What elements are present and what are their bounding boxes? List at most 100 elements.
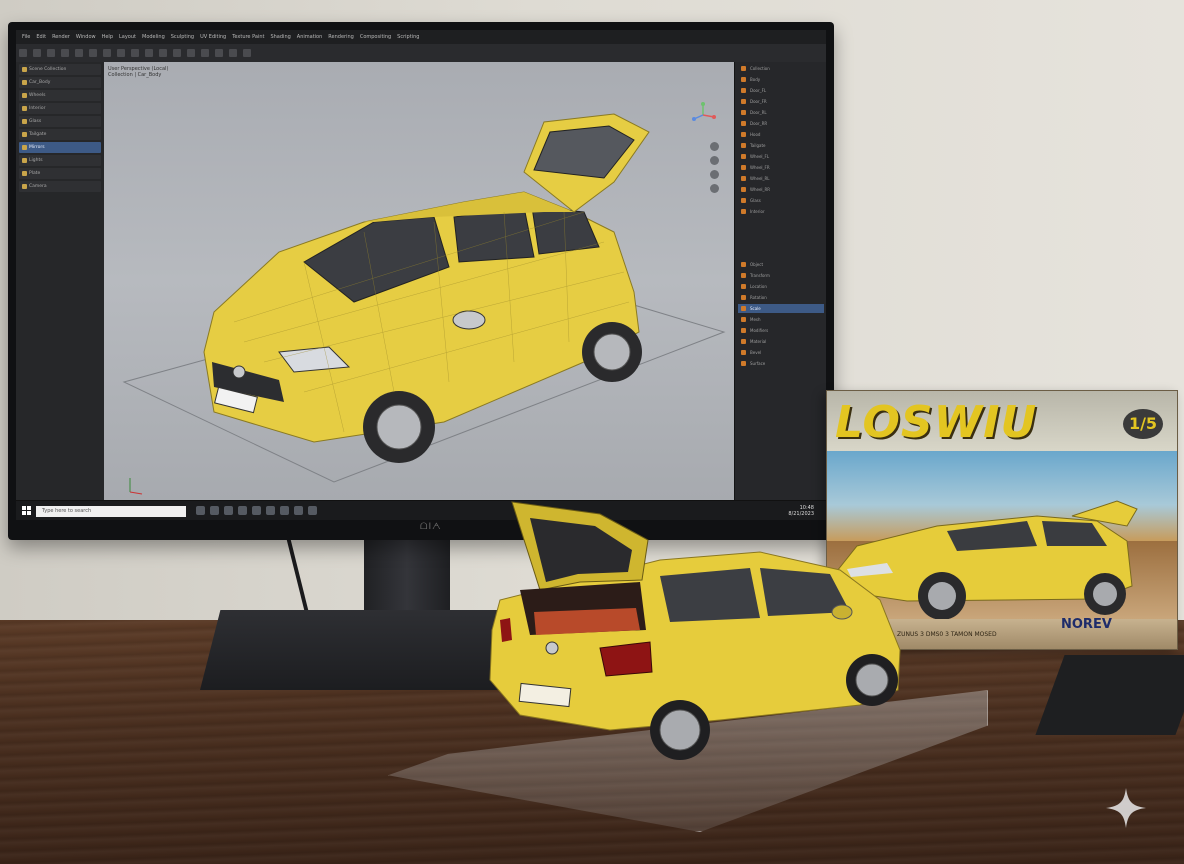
- scale-tool-icon[interactable]: [75, 49, 83, 57]
- chrome-icon[interactable]: [280, 506, 289, 515]
- outliner-item[interactable]: Car_Body: [19, 77, 101, 88]
- menu-item-window[interactable]: Window: [76, 34, 96, 40]
- camera-view-icon[interactable]: [710, 170, 719, 179]
- outliner-item[interactable]: Plate: [19, 168, 101, 179]
- explorer-icon[interactable]: [210, 506, 219, 515]
- scene-tree-item[interactable]: Glass: [738, 196, 824, 205]
- monitor-brand-logo: ᗝIᗅ: [420, 522, 442, 532]
- property-item[interactable]: Modifiers: [738, 326, 824, 335]
- workspace-tab-shading[interactable]: Shading: [270, 34, 290, 40]
- scene-tree-item[interactable]: Door_FL: [738, 86, 824, 95]
- property-item[interactable]: Material: [738, 337, 824, 346]
- outliner-item[interactable]: Lights: [19, 155, 101, 166]
- material-shading-icon[interactable]: [229, 49, 237, 57]
- settings-icon[interactable]: [308, 506, 317, 515]
- property-item[interactable]: Object: [738, 260, 824, 269]
- workspace-tab-rendering[interactable]: Rendering: [328, 34, 354, 40]
- workspace-tab-layout[interactable]: Layout: [119, 34, 136, 40]
- sparkle-icon: [1106, 788, 1146, 828]
- 3d-viewport[interactable]: User Perspective (Local) Collection | Ca…: [104, 62, 734, 500]
- workspace-tab-texture[interactable]: Texture Paint: [232, 34, 264, 40]
- viewport-scene: [122, 113, 726, 495]
- mail-icon[interactable]: [238, 506, 247, 515]
- property-item[interactable]: Mesh: [738, 315, 824, 324]
- transform-tool-icon[interactable]: [89, 49, 97, 57]
- scene-tree-item[interactable]: Hood: [738, 130, 824, 139]
- scene-tree-item[interactable]: Wheel_RR: [738, 185, 824, 194]
- left-outliner-panel: Scene Collection Car_Body Wheels Interio…: [16, 62, 105, 500]
- menu-item-render[interactable]: Render: [52, 34, 70, 40]
- property-item[interactable]: Rotation: [738, 293, 824, 302]
- property-item[interactable]: Bevel: [738, 348, 824, 357]
- overlay-icon[interactable]: [187, 49, 195, 57]
- workspace-tab-scripting[interactable]: Scripting: [397, 34, 419, 40]
- outliner-item-selected[interactable]: Mirrors: [19, 142, 101, 153]
- outliner-spacer: [735, 218, 826, 258]
- select-tool-icon[interactable]: [19, 49, 27, 57]
- global-orientation-icon[interactable]: [131, 49, 139, 57]
- taskview-icon[interactable]: [196, 506, 205, 515]
- proportional-edit-icon[interactable]: [173, 49, 181, 57]
- taskbar-app-icons: [196, 506, 317, 515]
- store-icon[interactable]: [252, 506, 261, 515]
- axis-origin: [129, 478, 143, 495]
- pan-icon[interactable]: [710, 156, 719, 165]
- scene-tree-item[interactable]: Door_FR: [738, 97, 824, 106]
- workspace-tab-uv[interactable]: UV Editing: [200, 34, 226, 40]
- folder-icon[interactable]: [294, 506, 303, 515]
- scene-tree-item[interactable]: Wheel_FL: [738, 152, 824, 161]
- menu-item-help[interactable]: Help: [102, 34, 113, 40]
- solid-shading-icon[interactable]: [215, 49, 223, 57]
- snap-icon[interactable]: [159, 49, 167, 57]
- viewport-nav-buttons: [710, 142, 719, 198]
- blender-icon[interactable]: [266, 506, 275, 515]
- taskbar-search-input[interactable]: Type here to search: [36, 506, 186, 517]
- property-item[interactable]: Location: [738, 282, 824, 291]
- browser-icon[interactable]: [224, 506, 233, 515]
- outliner-item[interactable]: Interior: [19, 103, 101, 114]
- outliner-item[interactable]: Scene Collection: [19, 64, 101, 75]
- app-toolbar: [16, 44, 826, 63]
- scene-tree-item[interactable]: Wheel_RL: [738, 174, 824, 183]
- start-menu-icon[interactable]: [22, 506, 31, 515]
- workspace-tab-compositing[interactable]: Compositing: [360, 34, 391, 40]
- box-title: LOSWIU: [835, 397, 1038, 448]
- outliner-item[interactable]: Tailgate: [19, 129, 101, 140]
- render-shading-icon[interactable]: [243, 49, 251, 57]
- menu-item-file[interactable]: File: [22, 34, 30, 40]
- rotate-tool-icon[interactable]: [61, 49, 69, 57]
- box-scale-badge: 1/5: [1123, 409, 1163, 439]
- scene-tree-item[interactable]: Collection: [738, 64, 824, 73]
- pivot-icon[interactable]: [145, 49, 153, 57]
- move-tool-icon[interactable]: [47, 49, 55, 57]
- monitor: File Edit Render Window Help Layout Mode…: [8, 22, 834, 540]
- workspace-tab-sculpting[interactable]: Sculpting: [171, 34, 194, 40]
- measure-tool-icon[interactable]: [117, 49, 125, 57]
- scene-tree-item[interactable]: Body: [738, 75, 824, 84]
- outliner-item[interactable]: Wheels: [19, 90, 101, 101]
- property-item-selected[interactable]: Scale: [738, 304, 824, 313]
- monitor-screen: File Edit Render Window Help Layout Mode…: [16, 30, 826, 520]
- zoom-icon[interactable]: [710, 142, 719, 151]
- scene-tree-item[interactable]: Door_RR: [738, 119, 824, 128]
- outliner-item[interactable]: Camera: [19, 181, 101, 192]
- scene-tree-item[interactable]: Interior: [738, 207, 824, 216]
- box-brand-logo: NOREV: [1061, 617, 1112, 632]
- workspace-tab-modeling[interactable]: Modeling: [142, 34, 165, 40]
- outliner-item[interactable]: Glass: [19, 116, 101, 127]
- navigation-gizmo[interactable]: [690, 102, 716, 128]
- perspective-toggle-icon[interactable]: [710, 184, 719, 193]
- 3d-car-model: [203, 113, 650, 463]
- scene-tree-item[interactable]: Wheel_FR: [738, 163, 824, 172]
- right-outliner-panel: Collection Body Door_FL Door_FR Door_RL …: [734, 62, 826, 500]
- scene-tree-item[interactable]: Door_RL: [738, 108, 824, 117]
- cursor-tool-icon[interactable]: [33, 49, 41, 57]
- scene-tree-item[interactable]: Tailgate: [738, 141, 824, 150]
- menu-item-edit[interactable]: Edit: [36, 34, 46, 40]
- scale-model-car: [489, 501, 901, 760]
- xray-icon[interactable]: [201, 49, 209, 57]
- property-item[interactable]: Surface: [738, 359, 824, 368]
- property-item[interactable]: Transform: [738, 271, 824, 280]
- workspace-tab-animation[interactable]: Animation: [297, 34, 323, 40]
- annotate-tool-icon[interactable]: [103, 49, 111, 57]
